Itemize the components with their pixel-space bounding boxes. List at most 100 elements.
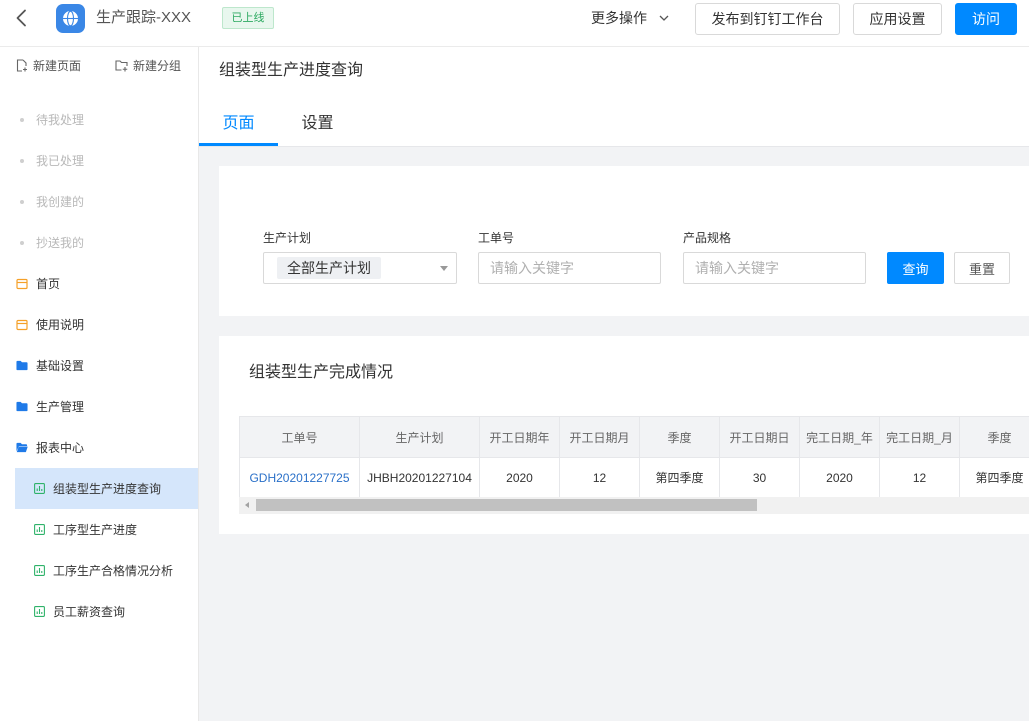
column-header-end-month: 完工日期_月 [879,416,960,458]
report-icon [34,524,45,535]
add-folder-icon [115,59,128,71]
sidebar-item-label: 我已处理 [36,154,85,168]
order-no-input[interactable] [478,252,661,284]
page-icon [16,278,28,290]
query-button[interactable]: 查询 [887,252,944,284]
report-icon [34,483,45,494]
visit-button[interactable]: 访问 [955,3,1017,35]
sidebar-item-label: 生产管理 [36,400,85,414]
bullet-icon [20,199,24,204]
cell-order-no: GDH20201227725 [239,457,360,498]
tab-settings[interactable]: 设置 [278,98,357,146]
order-no-filter: 工单号 [478,230,661,284]
sidebar-item-label: 工序型生产进度 [53,523,138,537]
table-row: GDH20201227725 JHBH20201227104 2020 12 第… [239,457,1029,498]
more-actions-dropdown[interactable]: 更多操作 [591,9,669,27]
cell-start-year: 2020 [479,457,560,498]
column-header-start-day: 开工日期日 [719,416,800,458]
page-navigation: 待我处理 我已处理 我创建的 抄送我的 首页 使用说明 基础设置 生产管理 报表… [0,99,198,632]
plan-selected-tag: 全部生产计划 [277,257,381,279]
main-content: 组装型生产进度查询 页面 设置 生产计划 全部生产计划 工单号 产品规格 查询 … [199,47,1029,721]
sidebar-item-pending[interactable]: 待我处理 [0,99,198,140]
table-header-row: 工单号 生产计划 开工日期年 开工日期月 季度 开工日期日 完工日期_年 完工日… [239,416,1029,458]
tab-page[interactable]: 页面 [199,98,278,146]
table-body: GDH20201227725 JHBH20201227104 2020 12 第… [239,457,1029,498]
new-page-label: 新建页面 [33,58,82,73]
sidebar-item-label: 报表中心 [36,441,85,455]
column-header-plan: 生产计划 [359,416,480,458]
app-settings-button[interactable]: 应用设置 [853,3,942,35]
status-badge: 已上线 [222,7,274,29]
column-header-end-quarter: 季度 [959,416,1029,458]
globe-icon [63,10,78,27]
sidebar: 新建页面 新建分组 待我处理 我已处理 我创建的 抄送我的 首页 使用说明 基础… [0,47,199,721]
reset-button[interactable]: 重置 [954,252,1010,284]
page-title: 组装型生产进度查询 [219,62,364,79]
folder-icon [16,401,28,412]
more-actions-label: 更多操作 [591,10,647,26]
sidebar-item-process-quality[interactable]: 工序生产合格情况分析 [15,550,198,591]
cell-start-month: 12 [559,457,640,498]
sidebar-item-process-progress[interactable]: 工序型生产进度 [15,509,198,550]
report-title: 组装型生产完成情况 [249,364,394,381]
order-no-link[interactable]: GDH20201227725 [249,471,349,485]
app-logo [56,4,85,33]
column-header-start-quarter: 季度 [639,416,720,458]
app-header: 生产跟踪-XXX 已上线 更多操作 发布到钉钉工作台 应用设置 访问 [0,0,1029,47]
column-header-start-year: 开工日期年 [479,416,560,458]
spec-input[interactable] [683,252,866,284]
sidebar-item-salary-query[interactable]: 员工薪资查询 [15,591,198,632]
column-header-start-month: 开工日期月 [559,416,640,458]
plan-filter-label: 生产计划 [263,231,312,245]
report-table: 工单号 生产计划 开工日期年 开工日期月 季度 开工日期日 完工日期_年 完工日… [239,416,1029,498]
order-no-label: 工单号 [478,231,515,245]
new-page-button[interactable]: 新建页面 [16,56,81,74]
cell-start-day: 30 [719,457,800,498]
sidebar-item-user-guide[interactable]: 使用说明 [0,304,198,345]
scrollbar-thumb[interactable] [256,499,757,511]
sidebar-item-label: 待我处理 [36,113,85,127]
add-page-icon [16,58,27,72]
folder-open-icon [16,442,28,453]
plan-select[interactable]: 全部生产计划 [263,252,457,284]
sidebar-item-label: 组装型生产进度查询 [53,482,162,496]
bullet-icon [20,240,24,245]
sidebar-item-cc[interactable]: 抄送我的 [0,222,198,263]
cell-plan: JHBH20201227104 [359,457,480,498]
sidebar-item-processed[interactable]: 我已处理 [0,140,198,181]
sidebar-item-label: 我创建的 [36,195,85,209]
report-table-container: 工单号 生产计划 开工日期年 开工日期月 季度 开工日期日 完工日期_年 完工日… [239,416,1029,514]
spec-label: 产品规格 [683,231,732,245]
sidebar-item-label: 使用说明 [36,318,85,332]
sidebar-item-production-management[interactable]: 生产管理 [0,386,198,427]
page-tabs: 页面 设置 [199,98,357,146]
back-button[interactable] [11,6,31,30]
report-icon [34,606,45,617]
filter-card: 生产计划 全部生产计划 工单号 产品规格 查询 重置 [219,166,1029,316]
table-head: 工单号 生产计划 开工日期年 开工日期月 季度 开工日期日 完工日期_年 完工日… [239,416,1029,458]
page-icon [16,319,28,331]
caret-down-icon [440,266,448,271]
report-card: 组装型生产完成情况 工单号 生产计划 开工日期年 开工日期月 季度 开工日期日 … [219,336,1029,534]
sidebar-item-label: 工序生产合格情况分析 [53,564,174,578]
cell-end-month: 12 [879,457,960,498]
sidebar-item-created[interactable]: 我创建的 [0,181,198,222]
cell-end-year: 2020 [799,457,880,498]
horizontal-scrollbar[interactable] [239,497,1029,514]
spec-filter: 产品规格 [683,230,866,284]
folder-icon [16,360,28,371]
sidebar-item-home[interactable]: 首页 [0,263,198,304]
column-header-end-year: 完工日期_年 [799,416,880,458]
cell-end-quarter: 第四季度 [959,457,1029,498]
chevron-down-icon [659,15,669,21]
sidebar-item-basic-settings[interactable]: 基础设置 [0,345,198,386]
sidebar-item-label: 抄送我的 [36,236,85,250]
scroll-left-arrow-icon[interactable] [245,502,249,508]
plan-filter: 生产计划 全部生产计划 [263,230,457,284]
sidebar-item-report-center[interactable]: 报表中心 [0,427,198,468]
sidebar-item-assembly-progress[interactable]: 组装型生产进度查询 [15,468,198,509]
new-group-button[interactable]: 新建分组 [115,56,181,74]
bullet-icon [20,158,24,163]
publish-to-dingtalk-button[interactable]: 发布到钉钉工作台 [695,3,840,35]
bullet-icon [20,117,24,122]
